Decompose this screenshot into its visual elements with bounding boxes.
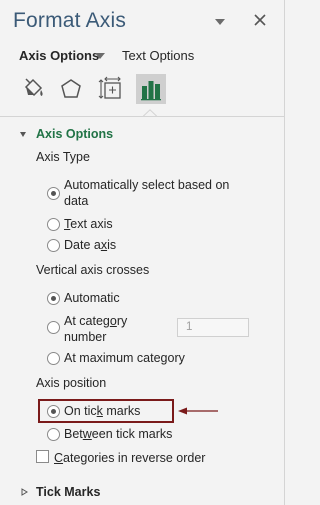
radio-label-automatic-line2[interactable]: data [64, 194, 88, 208]
collapse-triangle-icon[interactable] [19, 130, 27, 138]
axis-type-label: Axis Type [36, 150, 90, 164]
radio-label-between-tick-marks[interactable]: Between tick marks [64, 427, 172, 441]
pane-title: Format Axis [13, 9, 127, 32]
axis-options-tab-button[interactable] [136, 74, 166, 104]
radio-axis-type-automatic[interactable] [47, 187, 60, 200]
radio-label-date-axis[interactable]: Date axis [64, 238, 116, 252]
radio-label-crosses-automatic[interactable]: Automatic [64, 291, 120, 305]
radio-between-tick-marks[interactable] [47, 428, 60, 441]
fill-line-icon[interactable] [17, 74, 47, 104]
checkbox-label-reverse-order[interactable]: Categories in reverse order [54, 451, 205, 465]
radio-label-maximum-category[interactable]: At maximum category [64, 351, 185, 365]
radio-label-category-number-line1[interactable]: At category [64, 314, 127, 328]
size-properties-icon[interactable] [96, 74, 126, 104]
radio-label-automatic-line1[interactable]: Automatically select based on [64, 178, 229, 192]
format-axis-pane: Format Axis Axis Options Text Options Ax… [0, 0, 285, 505]
tab-axis-options[interactable]: Axis Options [19, 48, 99, 63]
vertical-axis-crosses-label: Vertical axis crosses [36, 263, 150, 277]
radio-label-category-number-line2[interactable]: number [64, 330, 106, 344]
pane-options-dropdown-icon[interactable] [212, 16, 228, 28]
axis-position-label: Axis position [36, 376, 107, 390]
close-icon[interactable] [252, 12, 268, 28]
checkbox-reverse-order[interactable] [36, 450, 49, 463]
radio-crosses-automatic[interactable] [47, 292, 60, 305]
radio-axis-type-text[interactable] [47, 218, 60, 231]
radio-axis-type-date[interactable] [47, 239, 60, 252]
section-header-axis-options[interactable]: Axis Options [36, 127, 113, 141]
tab-text-options[interactable]: Text Options [122, 48, 194, 63]
effects-icon[interactable] [56, 74, 86, 104]
divider [0, 116, 284, 117]
category-number-input[interactable]: 1 [177, 318, 249, 337]
pane-border [284, 0, 285, 505]
radio-crosses-maximum-category[interactable] [47, 352, 60, 365]
expand-triangle-icon[interactable] [20, 488, 28, 496]
arrow-left-icon [178, 407, 218, 415]
radio-crosses-category-number[interactable] [47, 321, 60, 334]
highlight-box [38, 399, 174, 423]
radio-label-text-axis[interactable]: Text axis [64, 217, 113, 231]
axis-options-icon [141, 81, 161, 101]
chevron-down-icon[interactable] [94, 51, 106, 61]
section-header-tick-marks[interactable]: Tick Marks [36, 485, 100, 499]
